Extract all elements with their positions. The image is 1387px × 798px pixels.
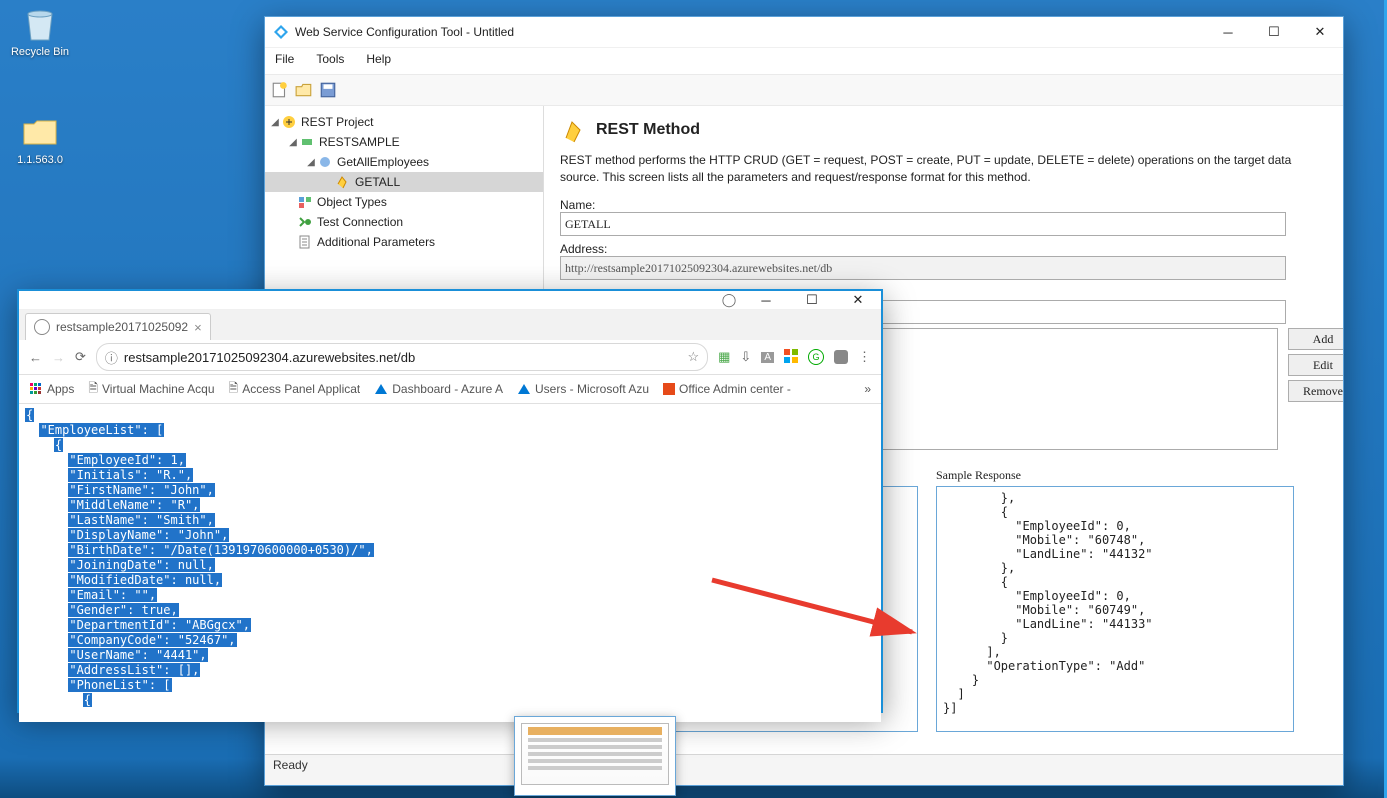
desktop-recycle-bin[interactable]: Recycle Bin <box>2 4 78 59</box>
config-titlebar[interactable]: Web Service Configuration Tool - Untitle… <box>265 17 1343 48</box>
ext-icon-6[interactable] <box>834 350 848 364</box>
new-icon[interactable] <box>271 81 289 99</box>
tree-getallemployees[interactable]: GetAllEmployees <box>337 155 429 169</box>
browser-minimize-button[interactable]: ─ <box>743 285 789 315</box>
sample-response-label: Sample Response <box>936 468 1294 483</box>
site-info-icon[interactable]: ⓘ <box>105 348 118 367</box>
panel-description: REST method performs the HTTP CRUD (GET … <box>560 152 1323 186</box>
bookmarks-bar: Apps 🗎Virtual Machine Acqu 🗎Access Panel… <box>19 375 881 404</box>
app-icon <box>273 24 289 40</box>
status-bar: Ready <box>265 754 1343 785</box>
browser-window: ◯ ─ ☐ ✕ restsample20171025092 × ← → ⟳ ⓘ … <box>17 289 883 713</box>
star-icon[interactable]: ☆ <box>687 349 699 365</box>
add-button[interactable]: Add <box>1288 328 1343 350</box>
menubar: File Tools Help <box>265 48 1343 74</box>
tree-restsample[interactable]: RESTSAMPLE <box>319 135 400 149</box>
panel-heading: REST Method <box>560 116 1323 144</box>
folder-label: 1.1.563.0 <box>2 154 78 167</box>
profile-icon[interactable]: ◯ <box>715 292 743 308</box>
sample-response-box[interactable]: }, { "EmployeeId": 0, "Mobile": "60748",… <box>936 486 1294 732</box>
tree-test-connection[interactable]: Test Connection <box>317 215 403 229</box>
tree-getall[interactable]: GETALL <box>355 175 400 189</box>
ext-icon-1[interactable]: ▦ <box>718 349 730 365</box>
tree-additional-params[interactable]: Additional Parameters <box>317 235 435 249</box>
reload-button[interactable]: ⟳ <box>75 349 86 365</box>
remove-button[interactable]: Remove <box>1288 380 1343 402</box>
bookmark-vm[interactable]: 🗎Virtual Machine Acqu <box>88 379 214 400</box>
apps-button[interactable]: Apps <box>29 382 74 396</box>
tab-close-icon[interactable]: × <box>194 320 202 335</box>
browser-content[interactable]: { "EmployeeList": [ { "EmployeeId": 1, "… <box>19 404 881 722</box>
menu-file[interactable]: File <box>271 50 298 72</box>
window-title: Web Service Configuration Tool - Untitle… <box>295 25 1205 39</box>
forward-button[interactable]: → <box>52 350 65 365</box>
tab-title: restsample20171025092 <box>56 320 188 334</box>
browser-close-button[interactable]: ✕ <box>835 285 881 315</box>
bookmark-azure-dashboard[interactable]: Dashboard - Azure A <box>374 382 503 396</box>
browser-toolbar: ← → ⟳ ⓘ restsample20171025092304.azurewe… <box>19 340 881 375</box>
toolbar <box>265 74 1343 106</box>
edit-button[interactable]: Edit <box>1288 354 1343 376</box>
maximize-button[interactable]: ☐ <box>1251 17 1297 47</box>
address-label: Address: <box>560 242 1323 256</box>
tree-object-types[interactable]: Object Types <box>317 195 387 209</box>
ext-icon-4[interactable] <box>784 349 798 366</box>
browser-tab[interactable]: restsample20171025092 × <box>25 313 211 340</box>
address-input <box>560 256 1286 280</box>
recycle-bin-label: Recycle Bin <box>2 46 78 59</box>
favicon-icon <box>34 319 50 335</box>
url-text: restsample20171025092304.azurewebsites.n… <box>124 350 415 365</box>
close-button[interactable]: ✕ <box>1297 17 1343 47</box>
bookmarks-overflow-icon[interactable]: » <box>864 382 871 396</box>
ext-icon-3[interactable]: A <box>761 352 774 363</box>
name-input[interactable] <box>560 212 1286 236</box>
back-button[interactable]: ← <box>29 350 42 365</box>
bookmark-access-panel[interactable]: 🗎Access Panel Applicat <box>229 379 361 400</box>
browser-menu-icon[interactable]: ⋮ <box>858 349 871 365</box>
open-icon[interactable] <box>295 81 313 99</box>
taskbar-thumbnail[interactable] <box>514 716 676 796</box>
desktop-folder[interactable]: 1.1.563.0 <box>2 112 78 167</box>
browser-maximize-button[interactable]: ☐ <box>789 285 835 315</box>
ext-icon-2[interactable]: ⇩ <box>740 349 751 365</box>
address-bar[interactable]: ⓘ restsample20171025092304.azurewebsites… <box>96 343 708 371</box>
minimize-button[interactable]: ─ <box>1205 17 1251 47</box>
bookmark-azure-users[interactable]: Users - Microsoft Azu <box>517 382 649 396</box>
save-icon[interactable] <box>319 81 337 99</box>
menu-tools[interactable]: Tools <box>312 50 348 72</box>
menu-help[interactable]: Help <box>362 50 395 72</box>
name-label: Name: <box>560 198 1323 212</box>
bookmark-office-admin[interactable]: Office Admin center - <box>663 382 791 396</box>
ext-icon-5[interactable]: G <box>808 349 824 365</box>
tree-root[interactable]: REST Project <box>301 115 373 129</box>
